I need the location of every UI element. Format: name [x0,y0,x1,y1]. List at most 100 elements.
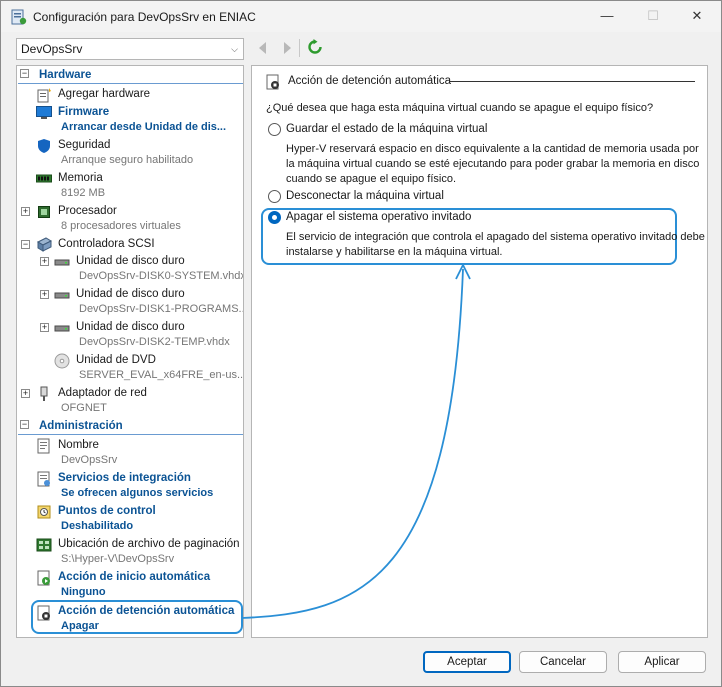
sidebar-item-sublabel: Apagar [61,620,99,632]
firmware-icon [36,106,52,119]
sidebar-item-label: Acción de detención automática [58,605,235,617]
name-document-icon [37,438,50,454]
accept-button[interactable]: Aceptar [423,651,511,673]
panel-question: ¿Qué desea que haga esta máquina virtual… [266,102,654,114]
sidebar-item-sublabel: 8192 MB [61,187,106,199]
collapse-toggle-icon[interactable]: − [20,420,29,429]
option-turn-off-label[interactable]: Desconectar la máquina virtual [286,190,444,202]
sidebar-item-label: Ubicación de archivo de paginación ... [58,538,244,550]
expand-toggle-icon[interactable]: + [40,257,49,266]
sidebar-item-label: Unidad de disco duro [76,255,185,267]
sidebar-item-label: Firmware [58,106,110,118]
network-adapter-icon [40,386,48,401]
memory-chip-icon [36,174,52,183]
sidebar-item-sublabel: S:\Hyper-V\DevOpsSrv [61,553,175,565]
sidebar-item-sublabel: DevOpsSrv-DISK0-SYSTEM.vhdx [79,270,244,282]
minimize-button[interactable]: — [597,7,617,25]
option-shutdown-guest-description: El servicio de integración que controla … [286,231,705,258]
sidebar-item-label: Seguridad [58,139,111,151]
administration-section-header[interactable]: − Administración [18,419,243,435]
sidebar-item-label: Adaptador de red [58,387,147,399]
settings-window: Configuración para DevOpsSrv en ENIAC — … [0,0,722,687]
refresh-icon[interactable] [307,39,323,55]
sidebar-item-memory[interactable]: Memoria 8192 MB [17,169,243,199]
sidebar-item-label: Memoria [58,172,103,184]
sidebar-item-sublabel: 8 procesadores virtuales [61,220,181,232]
option-shutdown-guest-label[interactable]: Apagar el sistema operativo invitado [286,211,471,223]
hard-disk-icon [54,259,70,266]
paging-file-icon [36,538,52,552]
sidebar-item-sublabel: Ninguno [61,586,106,598]
settings-tree[interactable]: − Hardware Agregar hardware Firmware Arr… [16,65,244,638]
cancel-button[interactable]: Cancelar [519,651,607,673]
hardware-header-label: Hardware [39,69,92,81]
shield-icon [38,139,50,153]
sidebar-item-hard-disk-0[interactable]: + Unidad de disco duro DevOpsSrv-DISK0-S… [17,252,243,282]
vm-select-value: DevOpsSrv [21,42,83,56]
settings-detail-panel: Acción de detención automática ¿Qué dese… [251,65,708,638]
radio-turn-off[interactable] [268,190,281,203]
close-button[interactable]: ✕ [687,7,707,25]
sidebar-item-label: Procesador [58,205,117,217]
sidebar-item-automatic-start-action[interactable]: Acción de inicio automática Ninguno [17,568,243,598]
apply-button[interactable]: Aplicar [618,651,706,673]
toolbar-divider [299,39,300,57]
option-save-state-label[interactable]: Guardar el estado de la máquina virtual [286,123,487,135]
maximize-button[interactable]: ☐ [643,7,663,25]
sidebar-item-hard-disk-1[interactable]: + Unidad de disco duro DevOpsSrv-DISK1-P… [17,285,243,315]
sidebar-item-hard-disk-2[interactable]: + Unidad de disco duro DevOpsSrv-DISK2-T… [17,318,243,348]
expand-toggle-icon[interactable]: + [21,207,30,216]
vm-select-dropdown[interactable]: DevOpsSrv ⌵ [16,38,244,60]
collapse-toggle-icon[interactable]: − [20,69,29,78]
sidebar-item-security[interactable]: Seguridad Arranque seguro habilitado [17,136,243,166]
window-title: Configuración para DevOpsSrv en ENIAC [33,10,256,24]
settings-app-icon [11,9,27,25]
sidebar-item-sublabel: DevOpsSrv [61,454,118,466]
sidebar-item-firmware[interactable]: Firmware Arrancar desde Unidad de dis... [17,103,243,133]
sidebar-item-network-adapter[interactable]: + Adaptador de red OFGNET [17,384,243,414]
forward-arrow-icon[interactable] [284,42,291,54]
sidebar-item-processor[interactable]: + Procesador 8 procesadores virtuales [17,202,243,232]
checkpoints-icon [37,505,51,519]
dvd-disc-icon [54,353,70,369]
expand-toggle-icon[interactable]: + [40,323,49,332]
collapse-toggle-icon[interactable]: − [21,240,30,249]
sidebar-item-sublabel: Se ofrecen algunos servicios [61,487,214,499]
hard-disk-icon [54,292,70,299]
sidebar-item-sublabel: DevOpsSrv-DISK2-TEMP.vhdx [79,336,230,348]
integration-services-icon [37,471,50,487]
expand-toggle-icon[interactable]: + [40,290,49,299]
sidebar-item-sublabel: Arrancar desde Unidad de dis... [61,121,227,133]
sidebar-item-label: Puntos de control [58,505,156,517]
sidebar-item-label: Unidad de DVD [76,354,156,366]
sidebar-item-name[interactable]: Nombre DevOpsSrv [17,436,243,466]
sidebar-item-label: Unidad de disco duro [76,288,185,300]
back-arrow-icon[interactable] [259,42,266,54]
sidebar-item-checkpoints[interactable]: Puntos de control Deshabilitado [17,502,243,532]
expand-toggle-icon[interactable]: + [21,389,30,398]
title-bar: Configuración para DevOpsSrv en ENIAC — … [1,1,721,32]
automatic-stop-icon [37,605,50,621]
sidebar-item-sublabel: Deshabilitado [61,520,134,532]
radio-save-state[interactable] [268,123,281,136]
automatic-stop-icon [266,74,279,90]
sidebar-item-label: Controladora SCSI [58,238,155,250]
administration-header-label: Administración [39,420,123,432]
sidebar-item-label: Agregar hardware [58,88,151,100]
option-save-state-description: Hyper-V reservará espacio en disco equiv… [286,143,700,185]
sidebar-item-sublabel: Arranque seguro habilitado [61,154,194,166]
sidebar-item-dvd-drive[interactable]: Unidad de DVD SERVER_EVAL_x64FRE_en-us..… [17,351,243,381]
sidebar-item-paging-file-location[interactable]: Ubicación de archivo de paginación ... S… [17,535,243,565]
sidebar-item-label: Acción de inicio automática [58,571,211,583]
hardware-section-header[interactable]: − Hardware [18,68,243,84]
radio-shutdown-guest[interactable] [268,211,281,224]
hard-disk-icon [54,325,70,332]
panel-heading: Acción de detención automática [288,75,452,87]
sidebar-item-integration-services[interactable]: Servicios de integración Se ofrecen algu… [17,469,243,499]
sidebar-item-label: Unidad de disco duro [76,321,185,333]
sidebar-item-automatic-stop-action[interactable]: Acción de detención automática Apagar [31,600,243,634]
heading-divider [450,81,695,82]
processor-icon [38,206,50,218]
sidebar-item-sublabel: SERVER_EVAL_x64FRE_en-us.... [79,369,244,381]
automatic-start-icon [37,570,50,586]
